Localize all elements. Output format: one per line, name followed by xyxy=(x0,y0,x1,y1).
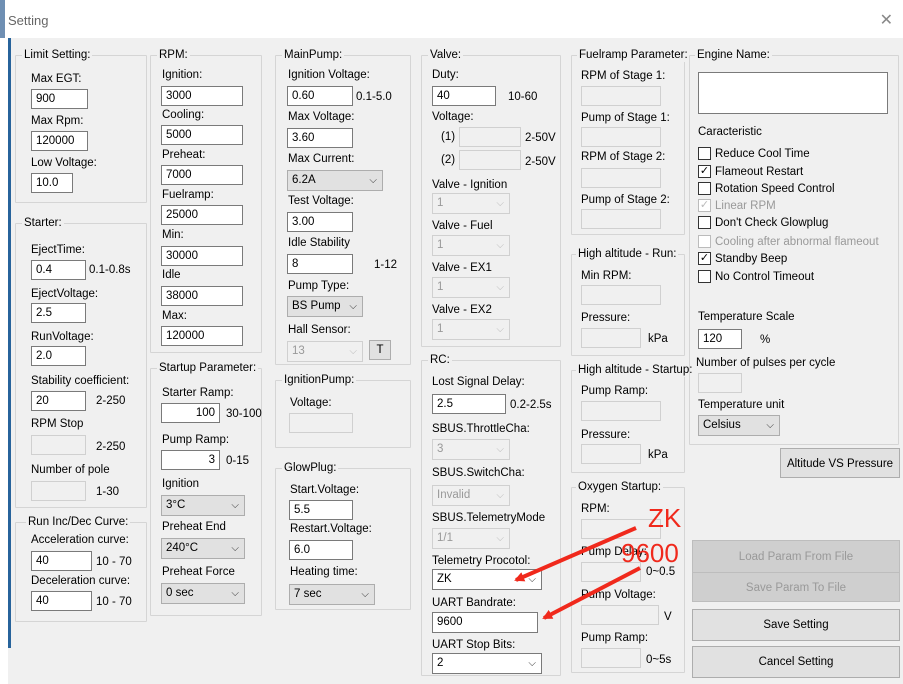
annotation-arrows xyxy=(514,526,641,620)
arrow-to-baud xyxy=(542,566,641,620)
arrow-to-protocol xyxy=(514,526,637,582)
annotation-zk: ZK xyxy=(648,503,682,533)
annotation-9600: 9600 xyxy=(621,538,679,568)
settings-window: Setting ✕ Limit Setting: Max EGT: 900 Ma… xyxy=(0,0,903,684)
